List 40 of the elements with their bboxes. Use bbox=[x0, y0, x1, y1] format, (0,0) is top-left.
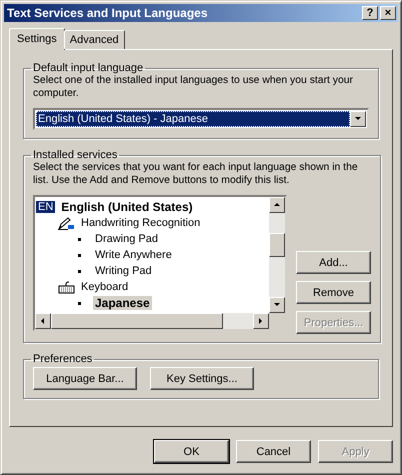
preference-button[interactable]: Key Settings... bbox=[150, 367, 254, 390]
down-arrow-icon bbox=[273, 301, 281, 309]
down-arrow-icon bbox=[354, 115, 362, 123]
description-text: Select one of the installed input languages to use when you start your computer. bbox=[33, 74, 354, 100]
keyboard-icon bbox=[58, 280, 75, 294]
group-title: Installed services bbox=[32, 149, 118, 161]
up-arrow-icon bbox=[273, 201, 281, 209]
horizontal-scrollbar[interactable] bbox=[35, 313, 269, 329]
bullet-icon bbox=[78, 270, 81, 272]
scroll-thumb[interactable] bbox=[51, 313, 223, 329]
help-button[interactable]: ? bbox=[362, 6, 378, 20]
description-text: Select the services that you want for each input language shown in the list. Use the Add and Remove buttons to modify this list. bbox=[33, 161, 359, 187]
preference-button[interactable]: Language Bar... bbox=[33, 367, 137, 390]
bullet-icon bbox=[78, 238, 81, 240]
tab[interactable]: Advanced bbox=[64, 30, 125, 49]
language-dropdown[interactable]: English (United States) - Japanese bbox=[33, 108, 369, 130]
side-button[interactable]: Remove bbox=[296, 281, 371, 304]
tree-item[interactable]: Handwriting Recognition bbox=[79, 217, 202, 229]
language-badge: EN bbox=[36, 201, 56, 213]
tree-item[interactable]: Write Anywhere bbox=[93, 249, 174, 261]
left-arrow-icon bbox=[39, 317, 47, 325]
pen-icon bbox=[58, 216, 75, 230]
window-title: Text Services and Input Languages bbox=[7, 6, 208, 20]
tree-item[interactable]: Drawing Pad bbox=[93, 233, 160, 245]
vertical-scrollbar[interactable] bbox=[269, 197, 285, 313]
tree-item[interactable]: Writing Pad bbox=[93, 265, 154, 277]
tree-item[interactable]: Keyboard bbox=[79, 281, 130, 293]
tab[interactable]: Settings bbox=[9, 28, 65, 50]
bullet-icon bbox=[78, 254, 81, 256]
side-button[interactable]: Add... bbox=[296, 251, 371, 274]
group-title: Default input language bbox=[32, 62, 144, 74]
tree-item[interactable]: Japanese bbox=[93, 296, 152, 310]
scroll-thumb[interactable] bbox=[269, 233, 285, 257]
bullet-icon bbox=[78, 302, 81, 304]
tree-item[interactable]: English (United States) bbox=[59, 200, 195, 214]
close-button[interactable]: × bbox=[380, 6, 396, 20]
group-title: Preferences bbox=[32, 353, 94, 365]
dialog-button[interactable]: OK bbox=[154, 440, 229, 463]
dialog-button[interactable]: Cancel bbox=[236, 440, 311, 463]
right-arrow-icon bbox=[257, 317, 265, 325]
